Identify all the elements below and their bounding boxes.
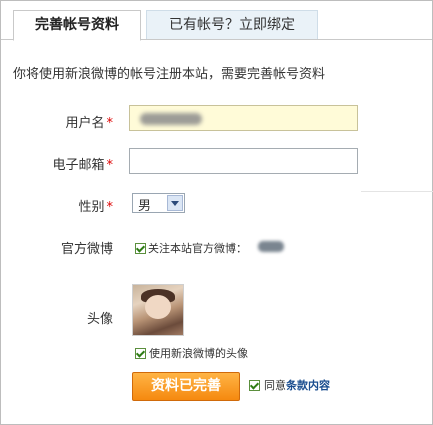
use-avatar-checkbox-icon[interactable] xyxy=(135,348,146,359)
redacted-weibo-name xyxy=(258,241,284,252)
tab-bind-existing[interactable]: 已有帐号？立即绑定 xyxy=(146,10,318,40)
submit-button[interactable]: 资料已完善 xyxy=(132,372,240,401)
avatar-label: 头像 xyxy=(86,312,113,327)
official-weibo-label: 官方微博 xyxy=(60,242,113,257)
follow-checkbox-icon[interactable] xyxy=(135,243,146,254)
tab-bar: 完善帐号资料 已有帐号？立即绑定 xyxy=(1,1,432,41)
email-input[interactable] xyxy=(129,148,358,174)
dropdown-arrow-icon[interactable] xyxy=(167,195,183,211)
required-mark: * xyxy=(106,200,114,215)
bind-account-panel: 完善帐号资料 已有帐号？立即绑定 你将使用新浪微博的帐号注册本站，需要完善帐号资… xyxy=(0,0,433,425)
tab-complete-profile[interactable]: 完善帐号资料 xyxy=(13,10,141,41)
use-weibo-avatar-text: 使用新浪微博的头像 xyxy=(149,347,248,360)
redacted-username xyxy=(140,113,202,125)
gender-select[interactable]: 男 xyxy=(132,193,185,214)
agree-checkbox-icon[interactable] xyxy=(249,380,260,391)
gender-label: 性别 * xyxy=(78,200,114,215)
terms-link[interactable]: 条款内容 xyxy=(286,379,330,392)
username-input[interactable] xyxy=(129,105,358,131)
required-mark: * xyxy=(106,116,114,131)
gender-value: 男 xyxy=(138,199,152,214)
divider xyxy=(361,191,433,200)
avatar xyxy=(132,284,184,336)
email-label: 电子邮箱 * xyxy=(52,158,114,173)
intro-text: 你将使用新浪微博的帐号注册本站，需要完善帐号资料 xyxy=(13,67,326,82)
follow-weibo-text: 关注本站官方微博： xyxy=(148,242,247,255)
required-mark: * xyxy=(106,158,114,173)
agree-text: 同意条款内容 xyxy=(264,379,330,392)
avatar-face xyxy=(145,295,171,319)
username-label: 用户名 * xyxy=(65,116,114,131)
